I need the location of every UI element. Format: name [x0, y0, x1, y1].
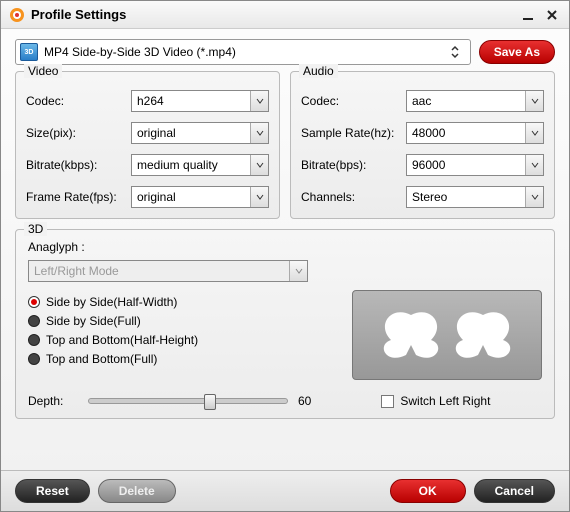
minimize-button[interactable]: [519, 6, 537, 24]
window-title: Profile Settings: [31, 7, 513, 22]
radio-tb-full[interactable]: Top and Bottom(Full): [28, 352, 334, 366]
audio-ch-select[interactable]: Stereo: [406, 186, 544, 208]
chevron-down-icon: [525, 91, 543, 111]
titlebar: Profile Settings: [1, 1, 569, 29]
delete-button[interactable]: Delete: [98, 479, 176, 503]
chevron-down-icon: [525, 123, 543, 143]
chevron-down-icon: [525, 155, 543, 175]
depth-value: 60: [298, 394, 311, 408]
save-as-button[interactable]: Save As: [479, 40, 555, 64]
video-size-select[interactable]: original: [131, 122, 269, 144]
audio-sr-label: Sample Rate(hz):: [301, 126, 406, 140]
video-group-title: Video: [24, 64, 62, 78]
radio-tb-half[interactable]: Top and Bottom(Half-Height): [28, 333, 334, 347]
switch-lr-label: Switch Left Right: [400, 394, 490, 408]
chevron-down-icon: [250, 91, 268, 111]
audio-group-title: Audio: [299, 64, 338, 78]
three-d-options: Side by Side(Half-Width) Side by Side(Fu…: [28, 290, 334, 380]
chevron-down-icon: [250, 155, 268, 175]
depth-slider[interactable]: [88, 398, 288, 404]
three-d-group-title: 3D: [24, 222, 47, 236]
depth-label: Depth:: [28, 394, 78, 408]
butterfly-right-icon: [448, 305, 518, 365]
audio-ch-label: Channels:: [301, 190, 406, 204]
chevron-down-icon: [250, 187, 268, 207]
ok-button[interactable]: OK: [390, 479, 466, 503]
audio-sr-select[interactable]: 48000: [406, 122, 544, 144]
format-3d-icon: 3D: [20, 43, 38, 61]
butterfly-left-icon: [376, 305, 446, 365]
video-bitrate-select[interactable]: medium quality: [131, 154, 269, 176]
anaglyph-label: Anaglyph :: [28, 240, 542, 254]
video-fps-select[interactable]: original: [131, 186, 269, 208]
audio-group: Audio Codec: aac Sample Rate(hz): 48000 …: [290, 71, 555, 219]
chevron-updown-icon: [450, 45, 466, 59]
footer: Reset Delete OK Cancel: [1, 470, 569, 511]
radio-sbs-half[interactable]: Side by Side(Half-Width): [28, 295, 334, 309]
video-group: Video Codec: h264 Size(pix): original Bi…: [15, 71, 280, 219]
radio-sbs-full[interactable]: Side by Side(Full): [28, 314, 334, 328]
video-codec-select[interactable]: h264: [131, 90, 269, 112]
profile-settings-window: Profile Settings 3D MP4 Side-by-Side 3D …: [0, 0, 570, 512]
chevron-down-icon: [250, 123, 268, 143]
slider-thumb[interactable]: [204, 394, 216, 410]
chevron-down-icon: [525, 187, 543, 207]
audio-bitrate-label: Bitrate(bps):: [301, 158, 406, 172]
profile-row: 3D MP4 Side-by-Side 3D Video (*.mp4) Sav…: [1, 29, 569, 71]
close-button[interactable]: [543, 6, 561, 24]
three-d-group: 3D Anaglyph : Left/Right Mode Side by Si…: [15, 229, 555, 419]
three-d-preview: [352, 290, 542, 380]
app-icon: [9, 7, 25, 23]
audio-codec-label: Codec:: [301, 94, 406, 108]
reset-button[interactable]: Reset: [15, 479, 90, 503]
cancel-button[interactable]: Cancel: [474, 479, 555, 503]
video-size-label: Size(pix):: [26, 126, 131, 140]
video-codec-label: Codec:: [26, 94, 131, 108]
video-fps-label: Frame Rate(fps):: [26, 190, 131, 204]
anaglyph-mode-select: Left/Right Mode: [28, 260, 308, 282]
video-bitrate-label: Bitrate(kbps):: [26, 158, 131, 172]
profile-select[interactable]: 3D MP4 Side-by-Side 3D Video (*.mp4): [15, 39, 471, 65]
switch-lr-checkbox[interactable]: [381, 395, 394, 408]
profile-select-value: MP4 Side-by-Side 3D Video (*.mp4): [38, 45, 450, 59]
audio-codec-select[interactable]: aac: [406, 90, 544, 112]
chevron-down-icon: [289, 261, 307, 281]
audio-bitrate-select[interactable]: 96000: [406, 154, 544, 176]
